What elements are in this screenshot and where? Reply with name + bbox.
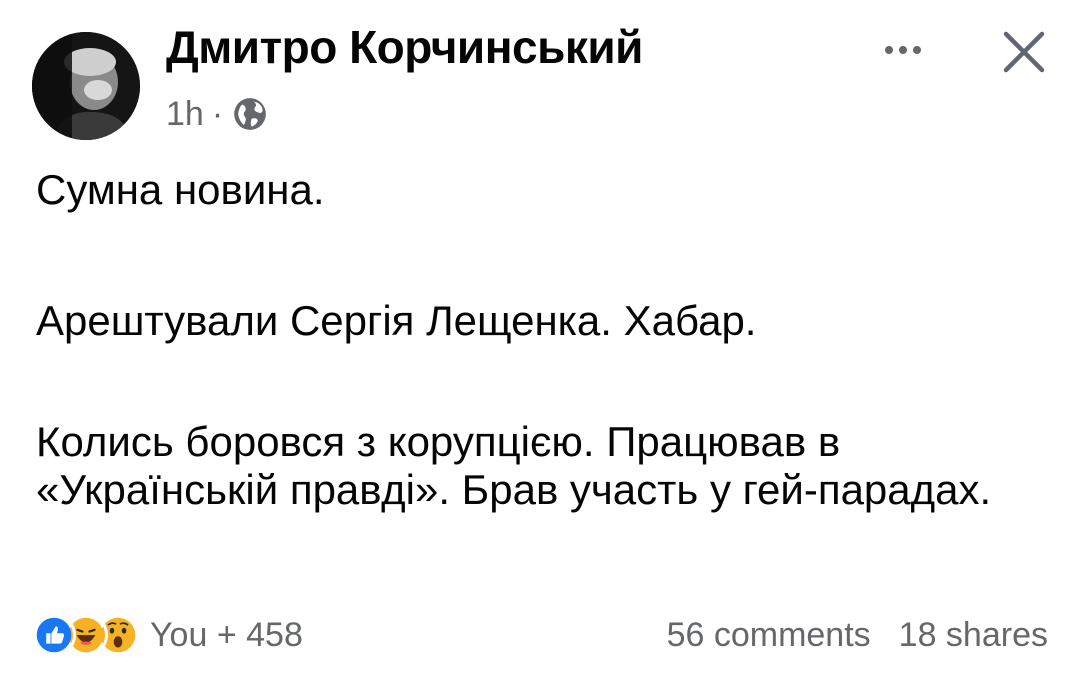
- avatar[interactable]: [32, 32, 140, 140]
- more-dot: [899, 46, 907, 54]
- post-paragraph: Колись боровся з корупцією. Працював в «…: [36, 418, 992, 513]
- meta-separator: ·: [211, 94, 224, 133]
- facebook-post: Дмитро Корчинський 1h · Сумна новина. Ар…: [0, 0, 1080, 694]
- more-horizontal-icon: [885, 46, 893, 54]
- reaction-count[interactable]: You + 458: [150, 616, 303, 655]
- post-time[interactable]: 1h: [166, 95, 204, 134]
- shares-count[interactable]: 18 shares: [899, 616, 1048, 655]
- reaction-icons: [32, 613, 140, 657]
- reactions-summary[interactable]: You + 458: [32, 613, 303, 657]
- post-paragraph: Арештували Сергія Лещенка. Хабар.: [36, 297, 757, 344]
- post-paragraph: Сумна новина.: [36, 166, 325, 213]
- post-stats: 56 comments 18 shares: [667, 616, 1048, 655]
- post-meta: 1h ·: [166, 92, 269, 136]
- close-icon: [1003, 31, 1045, 73]
- post-footer: You + 458 56 comments 18 shares: [32, 610, 1048, 660]
- more-dot: [913, 46, 921, 54]
- globe-icon: [231, 95, 269, 133]
- like-icon: [32, 613, 76, 657]
- comments-count[interactable]: 56 comments: [667, 616, 871, 655]
- author-name[interactable]: Дмитро Корчинський: [166, 20, 643, 74]
- more-options-button[interactable]: [868, 30, 938, 70]
- close-button[interactable]: [994, 22, 1054, 82]
